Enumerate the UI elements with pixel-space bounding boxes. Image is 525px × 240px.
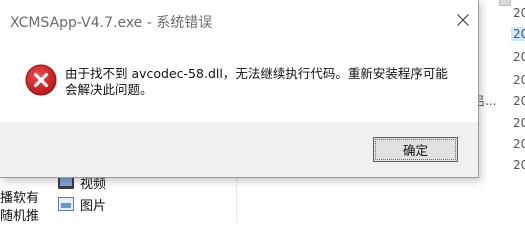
sidebar-text-fragment-1: 播软有 bbox=[0, 191, 40, 206]
dialog-footer: 确定 bbox=[0, 122, 478, 177]
date-cell-selected[interactable]: 20 bbox=[511, 27, 525, 41]
date-cell[interactable]: 20 bbox=[513, 137, 525, 151]
file-icon bbox=[499, 0, 511, 6]
nav-item-label: 图片 bbox=[80, 198, 107, 214]
date-cell[interactable]: 20 bbox=[513, 94, 525, 108]
pictures-folder-icon bbox=[58, 197, 74, 211]
sidebar-text-fragment-2: 随机推 bbox=[0, 209, 40, 224]
date-cell[interactable]: 20 bbox=[513, 50, 525, 64]
dialog-content: 由于找不到 avcodec-58.dll，无法继续执行代码。重新安装程序可能会解… bbox=[0, 42, 478, 122]
error-x-icon bbox=[25, 64, 57, 96]
close-button[interactable] bbox=[448, 5, 478, 35]
date-cell[interactable]: 20 bbox=[513, 6, 525, 20]
date-cell[interactable]: 20 bbox=[513, 116, 525, 130]
error-message: 由于找不到 avcodec-58.dll，无法继续执行代码。重新安装程序可能会解… bbox=[65, 66, 448, 97]
nav-item-pictures[interactable]: 图片 bbox=[58, 194, 106, 214]
dialog-title: XCMSApp-V4.7.exe - 系统错误 bbox=[10, 15, 213, 31]
close-icon bbox=[457, 14, 469, 26]
date-modified-column: 20 20 20 20 20 20 20 20 bbox=[511, 0, 525, 222]
ok-button[interactable]: 确定 bbox=[373, 137, 458, 162]
dialog-title-bar[interactable]: XCMSApp-V4.7.exe - 系统错误 bbox=[0, 0, 478, 42]
system-error-dialog: XCMSApp-V4.7.exe - 系统错误 由于找不到 avcodec-58… bbox=[0, 0, 479, 178]
date-cell[interactable]: 20 bbox=[513, 73, 525, 87]
date-cell[interactable]: 20 bbox=[513, 158, 525, 172]
